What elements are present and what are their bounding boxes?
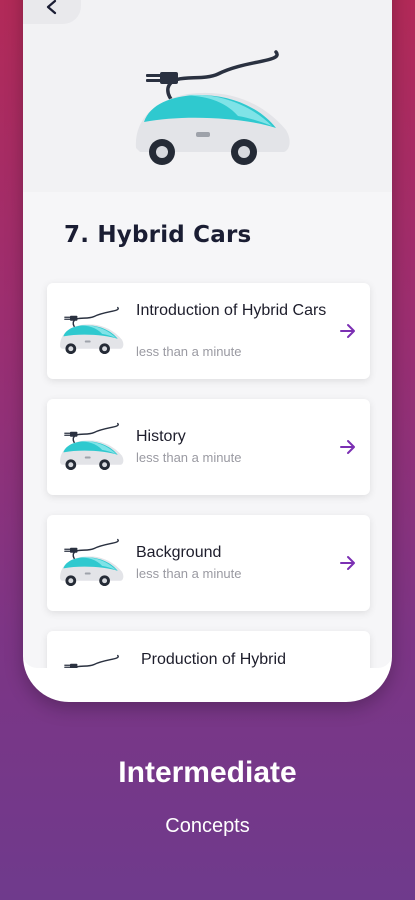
topic-card-introduction[interactable]: Introduction of Hybrid Cars less than a … xyxy=(47,283,370,379)
lesson-hero xyxy=(23,0,392,192)
topic-card-background[interactable]: Background less than a minute xyxy=(47,515,370,611)
app-screen: 7. Hybrid Cars Introduction of Hybrid Ca… xyxy=(23,0,392,668)
hybrid-car-thumbnail-icon xyxy=(56,649,126,668)
topic-card-production[interactable]: Production of Hybrid xyxy=(47,631,370,668)
topic-title: Background xyxy=(136,544,222,561)
topic-title: History xyxy=(136,428,186,445)
hybrid-car-illustration xyxy=(126,48,296,170)
lesson-title: 7. Hybrid Cars xyxy=(64,222,252,248)
hybrid-car-thumbnail-icon xyxy=(56,417,126,477)
hybrid-car-thumbnail-icon xyxy=(56,301,126,361)
topic-duration: less than a minute xyxy=(136,566,242,581)
caption-subheading: Concepts xyxy=(165,815,250,837)
topic-title: Introduction of Hybrid Cars xyxy=(136,302,327,319)
topic-title: Production of Hybrid xyxy=(141,651,286,668)
arrow-right-icon[interactable] xyxy=(338,321,358,341)
topic-duration: less than a minute xyxy=(136,344,242,359)
back-button[interactable] xyxy=(23,0,81,24)
caption-heading: Intermediate xyxy=(118,756,297,789)
phone-frame: 7. Hybrid Cars Introduction of Hybrid Ca… xyxy=(23,0,392,702)
topic-duration: less than a minute xyxy=(136,450,242,465)
hybrid-car-thumbnail-icon xyxy=(56,533,126,593)
topic-card-history[interactable]: History less than a minute xyxy=(47,399,370,495)
arrow-right-icon[interactable] xyxy=(338,553,358,573)
arrow-left-icon xyxy=(46,0,57,15)
arrow-right-icon[interactable] xyxy=(338,437,358,457)
